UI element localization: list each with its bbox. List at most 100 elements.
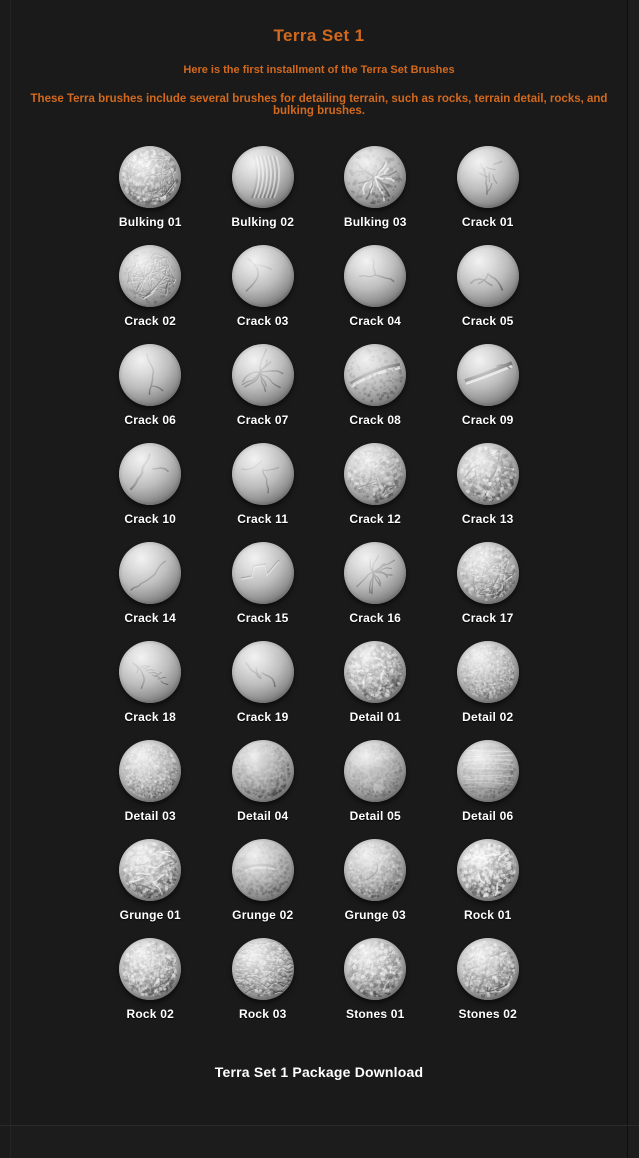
brush-sphere-preview-icon[interactable] [231, 740, 294, 802]
brush-texture-branch-crack [457, 146, 519, 208]
brush-label: Grunge 02 [232, 908, 294, 922]
brush-item[interactable]: Detail 04 [207, 740, 320, 839]
brush-texture-feather-crack [119, 641, 181, 703]
brush-sphere-preview-icon[interactable] [456, 938, 519, 1000]
brush-item[interactable]: Bulking 02 [207, 146, 320, 245]
brush-item[interactable]: Detail 03 [94, 740, 207, 839]
brush-sphere-preview-icon[interactable] [456, 344, 519, 406]
brush-sphere-preview-icon[interactable] [344, 344, 407, 406]
brush-item[interactable]: Crack 02 [94, 245, 207, 344]
content-column: Terra Set 1 Here is the first installmen… [11, 0, 627, 1125]
brush-item[interactable]: Crack 18 [94, 641, 207, 740]
brush-sphere-preview-icon[interactable] [231, 839, 294, 901]
brush-texture-single-diagonal-crack [232, 245, 294, 307]
brush-item[interactable]: Detail 05 [319, 740, 432, 839]
brush-texture-patch-crackle [344, 443, 406, 505]
brush-sphere-preview-icon[interactable] [344, 542, 407, 604]
brush-sphere-preview-icon[interactable] [119, 146, 182, 208]
brush-label: Grunge 01 [119, 908, 181, 922]
brush-sphere-preview-icon[interactable] [344, 245, 407, 307]
brush-item[interactable]: Crack 12 [319, 443, 432, 542]
brush-item[interactable]: Grunge 02 [207, 839, 320, 938]
brush-sphere-preview-icon[interactable] [231, 542, 294, 604]
brush-label: Crack 15 [236, 611, 289, 625]
brush-item[interactable]: Crack 04 [319, 245, 432, 344]
brush-sphere-preview-icon[interactable] [456, 542, 519, 604]
brush-item[interactable]: Detail 06 [432, 740, 545, 839]
brush-item[interactable]: Crack 05 [432, 245, 545, 344]
brush-item[interactable]: Rock 02 [94, 938, 207, 1037]
brush-texture-rock-strata [232, 938, 294, 1000]
brush-sphere-preview-icon[interactable] [119, 641, 182, 703]
brush-item[interactable]: Stones 02 [432, 938, 545, 1037]
brush-grid: Bulking 01 Bulking 02 Bulking 03 Crack 0… [11, 146, 627, 1037]
brush-item[interactable]: Crack 09 [432, 344, 545, 443]
brush-item[interactable]: Detail 01 [319, 641, 432, 740]
brush-sphere-preview-icon[interactable] [231, 443, 294, 505]
brush-item[interactable]: Crack 07 [207, 344, 320, 443]
brush-sphere-preview-icon[interactable] [344, 146, 407, 208]
brush-item[interactable]: Grunge 03 [319, 839, 432, 938]
brush-label: Crack 07 [236, 413, 289, 427]
brush-item[interactable]: Rock 01 [432, 839, 545, 938]
brush-sphere-preview-icon[interactable] [344, 443, 407, 505]
brush-texture-long-diagonal-crack [119, 542, 181, 604]
brush-label: Detail 02 [462, 710, 514, 724]
brush-sphere-preview-icon[interactable] [344, 839, 407, 901]
brush-label: Bulking 02 [231, 215, 295, 229]
brush-sphere-preview-icon[interactable] [456, 839, 519, 901]
brush-item[interactable]: Bulking 03 [319, 146, 432, 245]
brush-sphere-preview-icon[interactable] [456, 245, 519, 307]
brush-item[interactable]: Crack 15 [207, 542, 320, 641]
brush-label: Grunge 03 [344, 908, 406, 922]
brush-item[interactable]: Crack 16 [319, 542, 432, 641]
brush-texture-island-crackle [457, 443, 519, 505]
brush-sphere-preview-icon[interactable] [119, 839, 182, 901]
brush-item[interactable]: Stones 01 [319, 938, 432, 1037]
brush-sphere-preview-icon[interactable] [119, 443, 182, 505]
brush-sphere-preview-icon[interactable] [231, 245, 294, 307]
brush-sphere-preview-icon[interactable] [456, 146, 519, 208]
brush-sphere-preview-icon[interactable] [231, 641, 294, 703]
brush-label: Crack 05 [461, 314, 514, 328]
package-download-link[interactable]: Terra Set 1 Package Download [11, 1064, 627, 1080]
brush-item[interactable]: Crack 03 [207, 245, 320, 344]
brush-item[interactable]: Crack 11 [207, 443, 320, 542]
brush-texture-patchy-noise [232, 740, 294, 802]
brush-item[interactable]: Detail 02 [432, 641, 545, 740]
brush-item[interactable]: Bulking 01 [94, 146, 207, 245]
brush-sphere-preview-icon[interactable] [344, 641, 407, 703]
brush-label: Detail 06 [462, 809, 514, 823]
brush-label: Crack 10 [124, 512, 177, 526]
brush-sphere-preview-icon[interactable] [456, 641, 519, 703]
brush-item[interactable]: Crack 13 [432, 443, 545, 542]
brush-item[interactable]: Grunge 01 [94, 839, 207, 938]
brush-item[interactable]: Rock 03 [207, 938, 320, 1037]
brush-item[interactable]: Crack 19 [207, 641, 320, 740]
brush-sphere-preview-icon[interactable] [456, 443, 519, 505]
brush-item[interactable]: Crack 08 [319, 344, 432, 443]
brush-item[interactable]: Crack 10 [94, 443, 207, 542]
brush-sphere-preview-icon[interactable] [231, 938, 294, 1000]
brush-texture-rough-crumble [119, 146, 181, 208]
brush-label: Stones 02 [458, 1007, 517, 1021]
brush-sphere-preview-icon[interactable] [119, 542, 182, 604]
brush-sphere-preview-icon[interactable] [119, 344, 182, 406]
brush-sphere-preview-icon[interactable] [231, 344, 294, 406]
brush-item[interactable]: Crack 01 [432, 146, 545, 245]
brush-item[interactable]: Crack 17 [432, 542, 545, 641]
brush-sphere-preview-icon[interactable] [456, 740, 519, 802]
brush-sphere-preview-icon[interactable] [119, 245, 182, 307]
brush-label: Rock 03 [239, 1007, 287, 1021]
brush-sphere-preview-icon[interactable] [119, 740, 182, 802]
brush-sphere-preview-icon[interactable] [231, 146, 294, 208]
brush-sphere-preview-icon[interactable] [344, 938, 407, 1000]
brush-label: Detail 05 [349, 809, 401, 823]
brush-item[interactable]: Crack 06 [94, 344, 207, 443]
brush-label: Bulking 01 [118, 215, 182, 229]
brush-sphere-preview-icon[interactable] [344, 740, 407, 802]
brush-item[interactable]: Crack 14 [94, 542, 207, 641]
brush-sphere-preview-icon[interactable] [119, 938, 182, 1000]
intro-text-block: Here is the first installment of the Ter… [11, 64, 627, 117]
brush-texture-thin-branch-crack [232, 443, 294, 505]
